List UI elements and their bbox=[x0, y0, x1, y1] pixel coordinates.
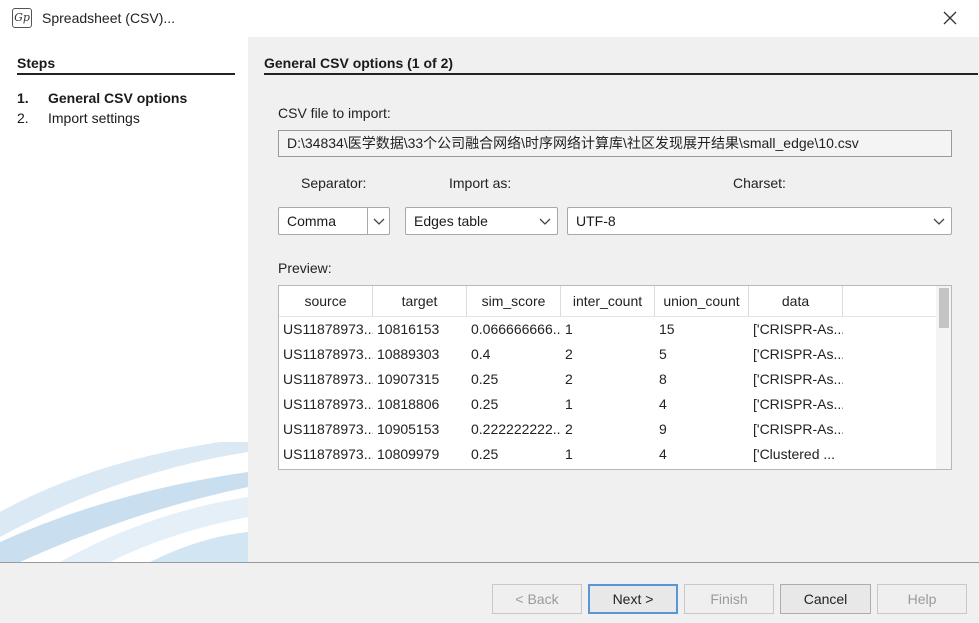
table-cell: 0.25 bbox=[471, 446, 499, 462]
table-cell: 10889303 bbox=[377, 346, 440, 362]
chevron-down-icon bbox=[373, 218, 385, 225]
finish-button[interactable]: Finish bbox=[684, 584, 774, 614]
table-cell: 0.222222222... bbox=[471, 421, 561, 437]
table-cell: ['CRISPR-As... bbox=[753, 371, 843, 387]
help-button[interactable]: Help bbox=[877, 584, 967, 614]
table-cell: 5 bbox=[659, 346, 667, 362]
table-cell: 1 bbox=[565, 446, 573, 462]
column-header[interactable]: target bbox=[373, 286, 467, 317]
table-cell: 1 bbox=[565, 321, 573, 337]
chevron-down-icon bbox=[933, 218, 945, 225]
step-number: 2. bbox=[17, 110, 29, 126]
table-cell: 2 bbox=[565, 371, 573, 387]
table-row: US11878973... 10816153 0.066666666... 1 … bbox=[279, 317, 937, 342]
table-cell: ['Clustered ... bbox=[753, 446, 836, 462]
charset-label: Charset: bbox=[733, 175, 786, 191]
table-cell: 0.4 bbox=[471, 346, 491, 362]
table-cell: 4 bbox=[659, 446, 667, 462]
table-cell: US11878973... bbox=[283, 321, 373, 337]
chevron-down-icon bbox=[539, 218, 551, 225]
table-cell: 1 bbox=[565, 396, 573, 412]
column-header[interactable]: source bbox=[279, 286, 373, 317]
step-label: Import settings bbox=[48, 110, 140, 126]
table-row: US11878973... 10905153 0.222222222... 2 … bbox=[279, 417, 937, 442]
table-header: source target sim_score inter_count unio… bbox=[279, 286, 937, 317]
table-cell: ['CRISPR-As... bbox=[753, 396, 843, 412]
vertical-scrollbar[interactable] bbox=[936, 286, 951, 469]
scrollbar-thumb[interactable] bbox=[939, 288, 949, 328]
column-header[interactable]: sim_score bbox=[467, 286, 561, 317]
table-cell: 2 bbox=[565, 346, 573, 362]
table-row: US11878973... 10889303 0.4 2 5 ['CRISPR-… bbox=[279, 342, 937, 367]
table-cell: US11878973... bbox=[283, 421, 373, 437]
preview-table[interactable]: source target sim_score inter_count unio… bbox=[278, 285, 952, 470]
import-as-label: Import as: bbox=[449, 175, 512, 191]
footer-divider bbox=[0, 562, 979, 563]
column-header[interactable]: union_count bbox=[655, 286, 749, 317]
combo-divider bbox=[367, 208, 368, 234]
page-title: General CSV options (1 of 2) bbox=[264, 55, 978, 75]
table-cell: 15 bbox=[659, 321, 675, 337]
separator-label: Separator: bbox=[301, 175, 367, 191]
title-bar: Gp Spreadsheet (CSV)... bbox=[0, 0, 979, 37]
step-number: 1. bbox=[17, 90, 29, 106]
separator-select[interactable]: Comma bbox=[278, 207, 390, 235]
table-cell: 10809979 bbox=[377, 446, 440, 462]
table-cell: ['CRISPR-As... bbox=[753, 321, 843, 337]
steps-sidebar: Steps 1. General CSV options 2. Import set… bbox=[0, 37, 248, 562]
column-header[interactable]: inter_count bbox=[561, 286, 655, 317]
table-cell: US11878973... bbox=[283, 371, 373, 387]
table-cell: 4 bbox=[659, 396, 667, 412]
app-logo-icon: Gp bbox=[12, 8, 32, 28]
preview-label: Preview: bbox=[278, 260, 332, 276]
close-button[interactable] bbox=[935, 4, 965, 32]
table-cell: 10816153 bbox=[377, 321, 440, 337]
step-general-csv-options: 1. General CSV options bbox=[17, 90, 187, 106]
table-row: US11878973... 10907315 0.25 2 8 ['CRISPR… bbox=[279, 367, 937, 392]
step-import-settings: 2. Import settings bbox=[17, 110, 140, 126]
cancel-button[interactable]: Cancel bbox=[780, 584, 871, 614]
import-as-select[interactable]: Edges table bbox=[405, 207, 558, 235]
table-cell: ['CRISPR-As... bbox=[753, 346, 843, 362]
steps-heading: Steps bbox=[17, 55, 235, 75]
next-button[interactable]: Next > bbox=[588, 584, 678, 614]
file-label: CSV file to import: bbox=[278, 105, 391, 121]
window-title: Spreadsheet (CSV)... bbox=[42, 10, 176, 26]
back-button[interactable]: < Back bbox=[492, 584, 582, 614]
table-cell: US11878973... bbox=[283, 446, 373, 462]
table-row: US11878973... 10809979 0.25 1 4 ['Cluste… bbox=[279, 442, 937, 467]
table-cell: 0.25 bbox=[471, 396, 499, 412]
separator-value: Comma bbox=[287, 213, 337, 229]
table-cell: ['CRISPR-As... bbox=[753, 421, 843, 437]
table-cell: 2 bbox=[565, 421, 573, 437]
file-path-field[interactable]: D:\34834\医学数据\33个公司融合网络\时序网络计算库\社区发现展开结果… bbox=[278, 130, 952, 157]
column-header[interactable]: data bbox=[749, 286, 843, 317]
close-icon bbox=[943, 11, 957, 25]
step-label: General CSV options bbox=[48, 90, 188, 106]
import-as-value: Edges table bbox=[414, 213, 488, 229]
table-cell: 0.25 bbox=[471, 371, 499, 387]
charset-value: UTF-8 bbox=[576, 213, 616, 229]
table-cell: 10905153 bbox=[377, 421, 440, 437]
decorative-swoosh-graphic bbox=[0, 442, 248, 562]
table-cell: 9 bbox=[659, 421, 667, 437]
charset-select[interactable]: UTF-8 bbox=[567, 207, 952, 235]
table-cell: 10907315 bbox=[377, 371, 440, 387]
table-cell: US11878973... bbox=[283, 346, 373, 362]
table-cell: 10818806 bbox=[377, 396, 440, 412]
table-row: US11878973... 10818806 0.25 1 4 ['CRISPR… bbox=[279, 392, 937, 417]
table-cell: 0.066666666... bbox=[471, 321, 561, 337]
table-cell: 8 bbox=[659, 371, 667, 387]
table-cell: US11878973... bbox=[283, 396, 373, 412]
